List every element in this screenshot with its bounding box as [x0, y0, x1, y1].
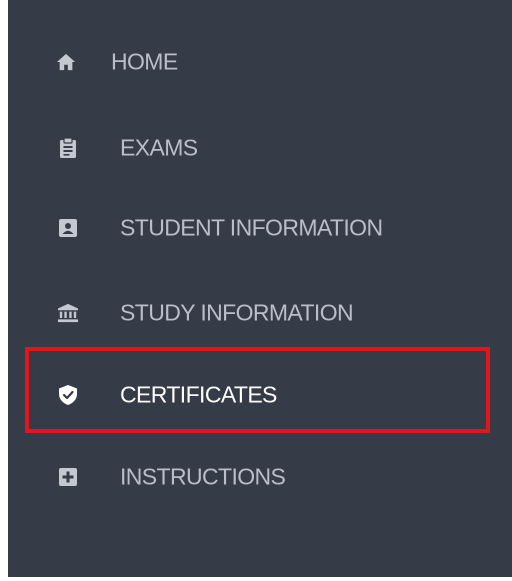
- nav-item-exams-label: EXAMS: [120, 134, 198, 161]
- sidebar-nav: HOME EXAMS STUDENT INFORMATION STUDY INF…: [8, 0, 512, 577]
- nav-item-student-information[interactable]: STUDENT INFORMATION: [8, 206, 512, 250]
- nav-item-certificates[interactable]: CERTIFICATES: [8, 373, 512, 417]
- home-icon: [56, 52, 76, 72]
- nav-item-certificates-label: CERTIFICATES: [120, 381, 277, 408]
- clipboard-icon: [58, 138, 78, 158]
- nav-item-exams[interactable]: EXAMS: [8, 126, 512, 170]
- shield-check-icon: [58, 385, 78, 405]
- institution-icon: [58, 303, 78, 323]
- bottom-divider: [8, 577, 512, 581]
- nav-item-instructions-label: INSTRUCTIONS: [120, 463, 286, 490]
- id-card-icon: [58, 218, 78, 238]
- nav-item-study-information[interactable]: STUDY INFORMATION: [8, 291, 512, 335]
- nav-item-home-label: HOME: [111, 48, 178, 75]
- nav-item-student-information-label: STUDENT INFORMATION: [120, 214, 383, 241]
- nav-item-home[interactable]: HOME: [8, 40, 512, 84]
- nav-item-instructions[interactable]: INSTRUCTIONS: [8, 455, 512, 499]
- plus-square-icon: [58, 467, 78, 487]
- nav-item-study-information-label: STUDY INFORMATION: [120, 299, 354, 326]
